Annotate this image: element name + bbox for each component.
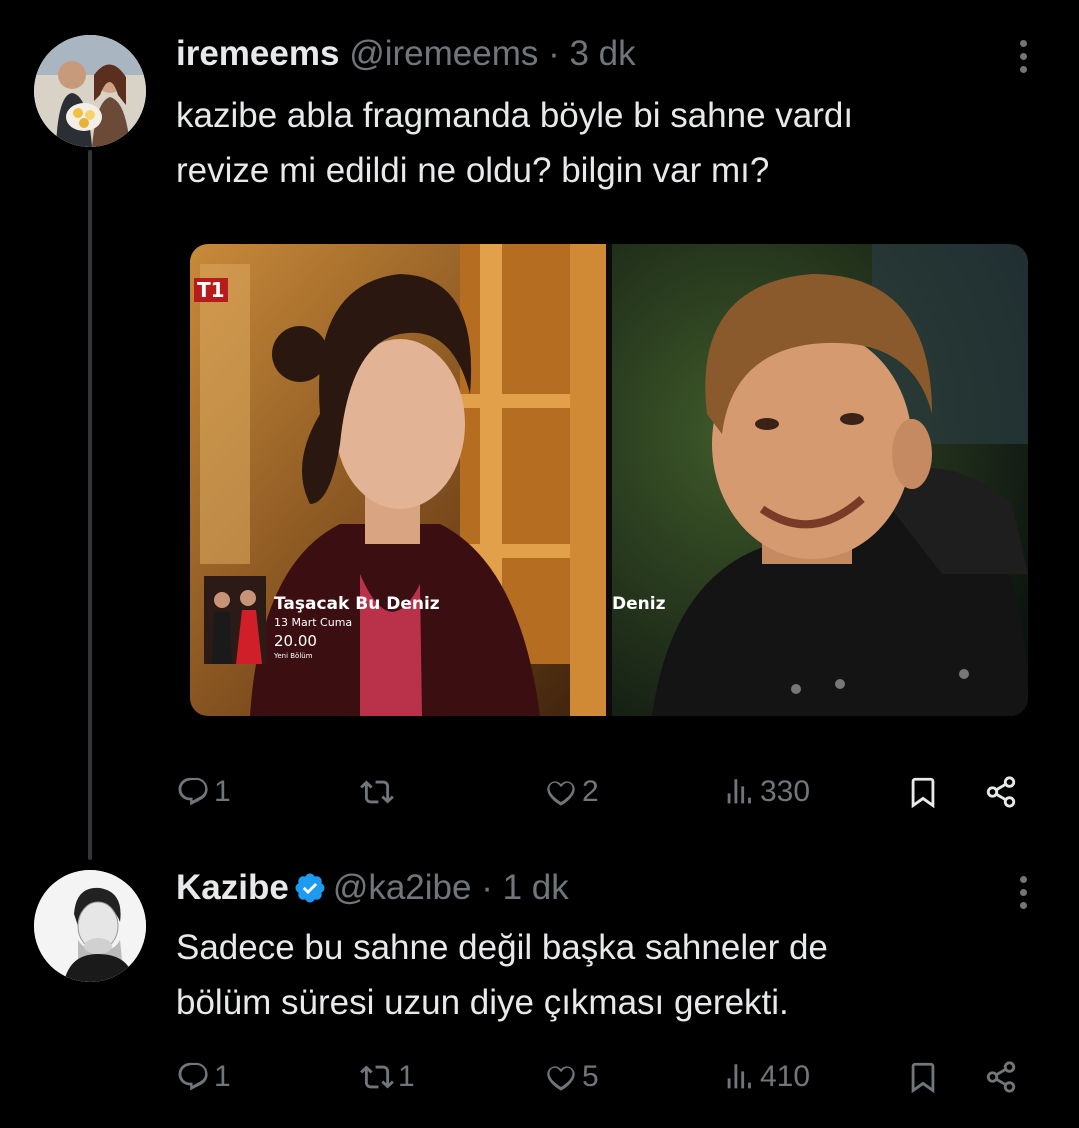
- verified-badge-icon: [293, 871, 327, 914]
- tweet1-separator: ·: [548, 34, 560, 73]
- tweet2-like-count: 5: [582, 1060, 599, 1093]
- share-icon: [986, 1061, 1016, 1093]
- tweet2-repost-count: 1: [398, 1060, 415, 1093]
- tweet1-text-line1: kazibe abla fragmanda böyle bi sahne var…: [176, 96, 854, 135]
- tweet2-reply-button[interactable]: 1: [176, 1052, 231, 1102]
- tweet2-header: Kazibe @ka2ibe · 1 dk: [176, 868, 569, 914]
- reply-icon: [178, 1062, 208, 1091]
- tweet2-like-button[interactable]: 5: [544, 1052, 599, 1102]
- show-title-fragment: Deniz: [612, 594, 666, 614]
- tweet1-view-count: 330: [760, 775, 811, 808]
- air-time: 20.00: [274, 632, 317, 650]
- repost-icon: [360, 780, 394, 804]
- air-date: 13 Mart Cuma: [274, 616, 353, 629]
- tweet1-reply-count: 1: [214, 775, 231, 808]
- tweet2-share-button[interactable]: [984, 1052, 1018, 1102]
- tweet1-share-button[interactable]: [984, 767, 1018, 817]
- avatar-kazibe[interactable]: [34, 870, 146, 982]
- repost-icon: [360, 1065, 394, 1089]
- tweet2-time[interactable]: 1 dk: [503, 868, 569, 907]
- avatar-iremeems[interactable]: [34, 35, 146, 147]
- tweet1-like-button[interactable]: 2: [544, 767, 599, 817]
- tweet2-bookmark-button[interactable]: [906, 1052, 940, 1102]
- share-icon: [986, 776, 1016, 808]
- views-icon: [727, 1064, 751, 1089]
- tweet2-actions: 1 1 5 410: [176, 1052, 1036, 1102]
- tweet1-time[interactable]: 3 dk: [569, 34, 635, 73]
- show-title: Taşacak Bu Deniz: [274, 594, 440, 614]
- bookmark-icon: [911, 777, 935, 809]
- tweet2-view-count: 410: [760, 1060, 811, 1093]
- tweet1-views-button[interactable]: 330: [722, 767, 810, 817]
- tweet1-media[interactable]: T1 Taşacak Bu Deniz 13 Mart Cuma 20.00 Y…: [190, 244, 1028, 716]
- tweet1-text: kazibe abla fragmanda böyle bi sahne var…: [176, 88, 1036, 198]
- tweet2-views-button[interactable]: 410: [722, 1052, 810, 1102]
- reply-icon: [178, 777, 208, 806]
- media-left-frame: T1 Taşacak Bu Deniz 13 Mart Cuma 20.00 Y…: [190, 244, 606, 716]
- like-icon: [547, 1066, 575, 1091]
- like-icon: [547, 781, 575, 806]
- tweet1-bookmark-button[interactable]: [906, 767, 940, 817]
- tweet1-reply-button[interactable]: 1: [176, 767, 231, 817]
- tweet2-more-icon[interactable]: [1018, 876, 1028, 916]
- tweet2-text-line2: bölüm süresi uzun diye çıkması gerekti.: [176, 983, 789, 1022]
- bookmark-icon: [911, 1062, 935, 1094]
- tweet1-handle[interactable]: @iremeems: [349, 34, 538, 73]
- views-icon: [727, 779, 751, 804]
- tweet2-repost-button[interactable]: 1: [360, 1052, 415, 1102]
- tweet1-like-count: 2: [582, 775, 599, 808]
- tweet2-separator: ·: [481, 868, 493, 907]
- tweet1-text-line2: revize mi edildi ne oldu? bilgin var mı?: [176, 151, 770, 190]
- tweet2-text: Sadece bu sahne değil başka sahneler de …: [176, 920, 1036, 1030]
- media-right-frame: Deniz: [612, 244, 1028, 716]
- tweet2-display-name[interactable]: Kazibe: [176, 868, 289, 907]
- tweet1-more-icon[interactable]: [1018, 40, 1028, 80]
- channel-logo: T1: [194, 278, 228, 302]
- tweet1-repost-button[interactable]: [360, 767, 398, 817]
- thread-connector-line: [88, 150, 92, 860]
- tweet1-actions: 1 2 330: [176, 767, 1036, 817]
- episode-note: Yeni Bölüm: [274, 652, 313, 660]
- show-poster-thumbnail: [204, 576, 266, 664]
- tweet1-header: iremeems @iremeems · 3 dk: [176, 34, 636, 74]
- tweet1-display-name[interactable]: iremeems: [176, 34, 339, 73]
- tweet2-reply-count: 1: [214, 1060, 231, 1093]
- tweet2-handle[interactable]: @ka2ibe: [333, 868, 472, 907]
- tweet2-text-line1: Sadece bu sahne değil başka sahneler de: [176, 928, 828, 967]
